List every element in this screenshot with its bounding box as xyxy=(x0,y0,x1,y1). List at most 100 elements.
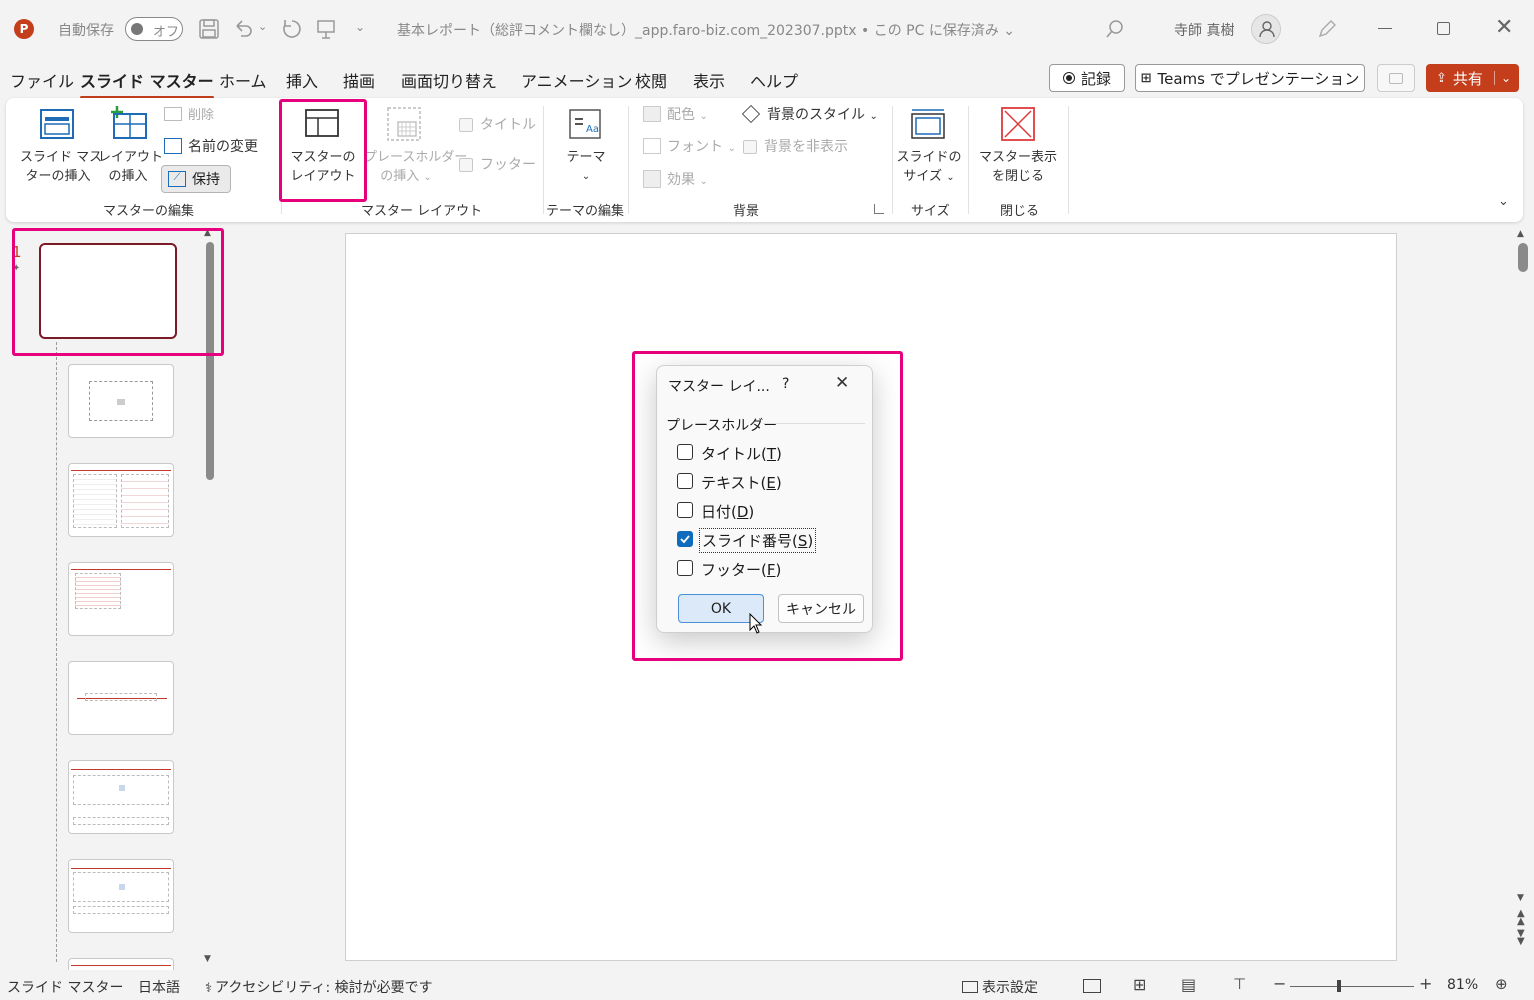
title-checkbox[interactable] xyxy=(459,118,473,132)
zoom-slider-thumb[interactable] xyxy=(1337,980,1341,992)
delete-button[interactable]: 削除 xyxy=(164,106,214,125)
search-icon[interactable] xyxy=(1104,18,1126,40)
zoom-level[interactable]: 81% xyxy=(1447,977,1478,993)
chevron-down-icon: ⌄ xyxy=(727,143,736,154)
share-button[interactable]: ⇪ 共有 ⌄ xyxy=(1426,64,1519,92)
theme-button[interactable]: テーマ ⌄ xyxy=(558,148,614,186)
share-dropdown-icon: ⌄ xyxy=(1493,71,1511,85)
tab-help[interactable]: ヘルプ xyxy=(750,68,798,92)
tab-draw[interactable]: 描画 xyxy=(343,68,375,92)
save-icon[interactable] xyxy=(198,18,220,40)
zoom-slider-track[interactable] xyxy=(1290,986,1414,987)
maximize-icon[interactable] xyxy=(1437,22,1450,35)
effects-button[interactable]: 効果 ⌄ xyxy=(643,170,708,191)
title-bar: P 自動保存 オフ ⌄ ⌄ 基本レポート（総評コメント欄なし）_app.faro… xyxy=(0,0,1534,58)
fonts-button[interactable]: フォント ⌄ xyxy=(643,138,736,158)
undo-icon[interactable] xyxy=(232,18,254,40)
tab-slide-master[interactable]: スライド マスター xyxy=(80,68,214,99)
tab-transitions[interactable]: 画面切り替え xyxy=(401,68,497,92)
master-layout-button[interactable]: マスターの レイアウト xyxy=(286,148,360,186)
presentation-icon[interactable] xyxy=(315,18,337,40)
canvas-scroll-down-icon[interactable]: ▼ xyxy=(1517,893,1524,903)
canvas-scroll-up-icon[interactable]: ▲ xyxy=(1517,229,1524,239)
slide-size-button[interactable]: スライドの サイズ ⌄ xyxy=(894,148,964,187)
customize-toolbar-icon[interactable]: ⌄ xyxy=(355,20,365,34)
ribbon-tabs: ファイル スライド マスター ホーム 挿入 描画 画面切り替え アニメーション … xyxy=(0,58,1534,99)
text-placeholder-checkbox[interactable] xyxy=(677,473,693,489)
layout-thumbnail[interactable] xyxy=(68,760,174,834)
document-title[interactable]: 基本レポート（総評コメント欄なし）_app.faro-biz.com_20230… xyxy=(397,20,1015,40)
insert-layout-button[interactable]: レイアウト の挿入 xyxy=(98,148,163,186)
zoom-out-icon[interactable]: − xyxy=(1273,974,1286,993)
master-thumbnail[interactable] xyxy=(39,243,177,339)
minimize-icon[interactable] xyxy=(1378,28,1392,29)
footer-check-label: フッター xyxy=(480,157,536,173)
undo-dropdown-icon[interactable]: ⌄ xyxy=(258,20,267,33)
language-status[interactable]: 日本語 xyxy=(138,977,180,997)
layout-thumbnail[interactable] xyxy=(68,463,174,537)
collapse-ribbon-icon[interactable]: ⌄ xyxy=(1498,194,1509,209)
date-placeholder-checkbox[interactable] xyxy=(677,502,693,518)
avatar[interactable] xyxy=(1251,14,1281,44)
dialog-launcher-icon[interactable] xyxy=(874,204,884,214)
cancel-button[interactable]: キャンセル xyxy=(778,594,864,623)
record-button[interactable]: 記録 xyxy=(1049,64,1125,92)
preserve-button[interactable]: ⟋ 保持 xyxy=(161,165,231,193)
layout-thumbnail[interactable] xyxy=(68,859,174,933)
previous-slide-icon[interactable]: ▲ ▲ xyxy=(1517,909,1525,927)
tab-view[interactable]: 表示 xyxy=(693,68,725,92)
background-styles-button[interactable]: 背景のスタイル ⌄ xyxy=(741,104,878,126)
share-label: 共有 xyxy=(1452,69,1483,88)
autosave-toggle[interactable]: オフ xyxy=(125,17,183,41)
rename-button[interactable]: 名前の変更 xyxy=(164,138,258,157)
layout-thumbnail[interactable] xyxy=(68,364,174,438)
tab-animations[interactable]: アニメーション xyxy=(521,68,632,92)
insert-slide-master-button[interactable]: スライド マス ターの挿入 xyxy=(20,148,102,186)
display-settings-button[interactable]: 表示設定 xyxy=(962,977,1038,997)
teams-present-button[interactable]: ⊞ Teams でプレゼンテーション xyxy=(1135,64,1365,92)
normal-view-icon[interactable] xyxy=(1083,979,1101,993)
fonts-icon xyxy=(643,138,661,154)
accessibility-status[interactable]: ⚕ アクセシビリティ: 検討が必要です xyxy=(205,977,433,997)
help-button[interactable]: ? xyxy=(782,376,789,392)
pane-scroll-up-icon[interactable]: ▲ xyxy=(204,228,211,238)
zoom-in-icon[interactable]: + xyxy=(1419,974,1432,993)
next-slide-icon[interactable]: ▼ ▼ xyxy=(1517,929,1525,947)
pen-icon[interactable] xyxy=(1316,18,1338,40)
paint-bucket-icon xyxy=(741,104,761,124)
layout-thumbnail[interactable] xyxy=(68,562,174,636)
fit-to-window-icon[interactable]: ⊕ xyxy=(1495,975,1508,993)
pane-scrollbar-thumb[interactable] xyxy=(206,242,214,480)
delete-icon xyxy=(164,107,182,121)
slide-number-placeholder-checkbox[interactable] xyxy=(677,531,693,547)
slideshow-icon[interactable]: ⊤ xyxy=(1233,975,1246,993)
date-placeholder-label: 日付(D) xyxy=(701,503,755,521)
group-label-master-layout: マスター レイアウト xyxy=(361,204,483,219)
tab-review[interactable]: 校閲 xyxy=(635,68,667,92)
pane-scroll-down-icon[interactable]: ▼ xyxy=(204,954,211,964)
slide-sorter-icon[interactable]: ⊞ xyxy=(1133,975,1146,994)
comments-button[interactable] xyxy=(1377,64,1415,92)
svg-text:Aa: Aa xyxy=(586,124,599,135)
redo-icon[interactable] xyxy=(281,18,303,40)
reading-view-icon[interactable]: ▤ xyxy=(1181,975,1196,994)
insert-placeholder-button[interactable]: プレースホルダー の挿入 ⌄ xyxy=(364,148,467,187)
tab-file[interactable]: ファイル xyxy=(10,68,74,92)
hide-background-checkbox[interactable] xyxy=(743,140,757,154)
star-icon: ✦ xyxy=(12,263,21,274)
tab-home[interactable]: ホーム xyxy=(219,68,267,92)
slide-number: 1 xyxy=(12,243,22,261)
user-name[interactable]: 寺師 真樹 xyxy=(1174,20,1234,40)
canvas-scrollbar-thumb[interactable] xyxy=(1518,243,1528,272)
close-master-view-button[interactable]: マスター表示 を閉じる xyxy=(972,148,1064,186)
colors-button[interactable]: 配色 ⌄ xyxy=(643,106,708,126)
layout-thumbnail[interactable] xyxy=(68,661,174,735)
close-icon[interactable]: ✕ xyxy=(1495,15,1513,40)
layout-thumbnail-partial[interactable] xyxy=(68,958,174,970)
dialog-close-icon[interactable]: ✕ xyxy=(835,373,849,393)
tab-insert[interactable]: 挿入 xyxy=(286,68,318,92)
group-separator xyxy=(628,106,629,214)
footer-placeholder-checkbox[interactable] xyxy=(677,560,693,576)
title-placeholder-checkbox[interactable] xyxy=(677,444,693,460)
footer-checkbox[interactable] xyxy=(459,158,473,172)
